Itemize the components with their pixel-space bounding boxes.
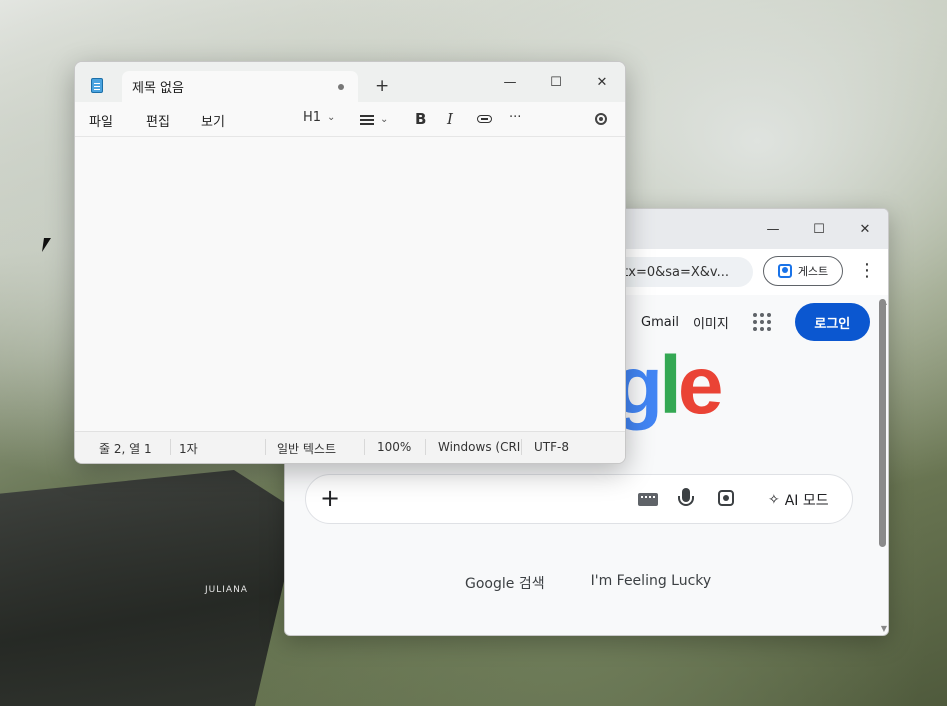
link-button[interactable] xyxy=(477,115,492,123)
minimize-icon: — xyxy=(766,221,780,237)
status-format[interactable]: 일반 텍스트 xyxy=(277,440,336,457)
more-vert-icon: ⋮ xyxy=(858,260,876,281)
address-text: ctx=0&sa=X&v... xyxy=(616,264,729,280)
google-apps-icon[interactable] xyxy=(752,313,771,331)
login-button[interactable]: 로그인 xyxy=(794,303,870,341)
ai-mode-button[interactable]: ✧ AI 모드 xyxy=(768,490,829,510)
ai-mode-label: AI 모드 xyxy=(784,493,829,509)
notepad-menubar: 파일 편집 보기 H1 ⌄ ⌄ B I ··· xyxy=(75,102,625,136)
status-separator xyxy=(364,439,365,455)
status-cursor-position: 줄 2, 열 1 xyxy=(99,442,152,456)
text-editor-area[interactable] xyxy=(75,136,625,433)
mouse-cursor-icon xyxy=(42,238,51,252)
notepad-titlebar[interactable]: 제목 없음 + — ☐ ✕ xyxy=(75,62,625,102)
google-logo: gle xyxy=(613,340,723,431)
link-icon xyxy=(477,115,492,123)
guest-profile-button[interactable]: 게스트 xyxy=(763,256,843,286)
menu-view[interactable]: 보기 xyxy=(201,111,225,130)
notepad-close-button[interactable]: ✕ xyxy=(579,62,625,102)
heading-dropdown[interactable]: H1 ⌄ xyxy=(303,110,335,125)
menu-edit[interactable]: 편집 xyxy=(146,111,170,130)
google-search-box[interactable]: + ✧ AI 모드 xyxy=(305,474,853,524)
scroll-down-arrow-icon[interactable]: ▼ xyxy=(881,624,887,633)
close-icon: ✕ xyxy=(596,74,608,90)
status-zoom: 100% xyxy=(377,440,412,454)
settings-button[interactable] xyxy=(595,113,607,125)
notepad-window: 제목 없음 + — ☐ ✕ 파일 편집 보기 H1 ⌄ ⌄ B I ··· 줄 … xyxy=(74,61,626,464)
italic-button[interactable]: I xyxy=(447,110,453,128)
close-icon: ✕ xyxy=(859,221,871,237)
status-separator xyxy=(170,439,171,455)
bulleted-list-icon xyxy=(360,114,374,125)
wallpaper-gazebo xyxy=(0,470,300,706)
chevron-down-icon: ⌄ xyxy=(380,114,389,125)
ai-sparkle-search-icon: ✧ xyxy=(768,492,780,508)
microphone-icon[interactable] xyxy=(678,488,694,506)
maximize-icon: ☐ xyxy=(550,74,562,90)
chrome-maximize-button[interactable]: ☐ xyxy=(796,209,842,249)
google-search-button[interactable]: Google 검색 xyxy=(465,573,545,593)
status-encoding: UTF-8 xyxy=(534,440,569,454)
add-plus-icon[interactable]: + xyxy=(320,484,340,512)
status-char-count: 1자 xyxy=(179,442,198,456)
status-separator xyxy=(425,439,426,455)
keyboard-icon[interactable] xyxy=(638,493,658,506)
status-line-ending: Windows (CRI xyxy=(438,440,521,454)
tab-title: 제목 없음 xyxy=(132,81,184,96)
new-tab-button[interactable]: + xyxy=(375,76,389,96)
gmail-link[interactable]: Gmail xyxy=(641,315,679,330)
page-scrollbar[interactable] xyxy=(879,299,886,547)
heading-label: H1 xyxy=(303,110,322,125)
images-link[interactable]: 이미지 xyxy=(693,313,729,332)
google-top-nav: Gmail 이미지 로그인 xyxy=(641,303,870,341)
unsaved-dot-icon[interactable] xyxy=(338,84,344,90)
notepad-maximize-button[interactable]: ☐ xyxy=(533,62,579,102)
chrome-minimize-button[interactable]: — xyxy=(750,209,796,249)
chevron-down-icon: ⌄ xyxy=(327,112,336,123)
more-options-button[interactable]: ··· xyxy=(509,110,521,125)
list-dropdown[interactable]: ⌄ xyxy=(360,114,388,125)
search-buttons: Google 검색 I'm Feeling Lucky xyxy=(465,573,711,593)
chrome-close-button[interactable]: ✕ xyxy=(842,209,888,249)
notepad-app-icon xyxy=(91,78,103,93)
guest-label: 게스트 xyxy=(797,265,829,278)
maximize-icon: ☐ xyxy=(813,221,825,237)
more-horiz-icon: ··· xyxy=(509,110,522,125)
feeling-lucky-button[interactable]: I'm Feeling Lucky xyxy=(591,573,712,593)
google-lens-icon[interactable] xyxy=(718,490,734,506)
chrome-menu-button[interactable]: ⋮ xyxy=(857,261,877,283)
gear-icon xyxy=(595,113,607,125)
notepad-minimize-button[interactable]: — xyxy=(487,62,533,102)
menu-file[interactable]: 파일 xyxy=(89,111,113,130)
minimize-icon: — xyxy=(503,74,517,90)
profile-icon xyxy=(777,264,792,278)
status-separator xyxy=(265,439,266,455)
notepad-tab[interactable]: 제목 없음 xyxy=(122,71,358,102)
bold-button[interactable]: B xyxy=(415,110,426,128)
status-separator xyxy=(521,439,522,455)
italic-icon: I xyxy=(447,110,453,128)
notepad-statusbar: 줄 2, 열 1 1자 일반 텍스트 100% Windows (CRI UTF… xyxy=(75,431,625,463)
wallpaper-gazebo-sign: JULIANA xyxy=(205,585,248,595)
bold-icon: B xyxy=(415,110,427,128)
